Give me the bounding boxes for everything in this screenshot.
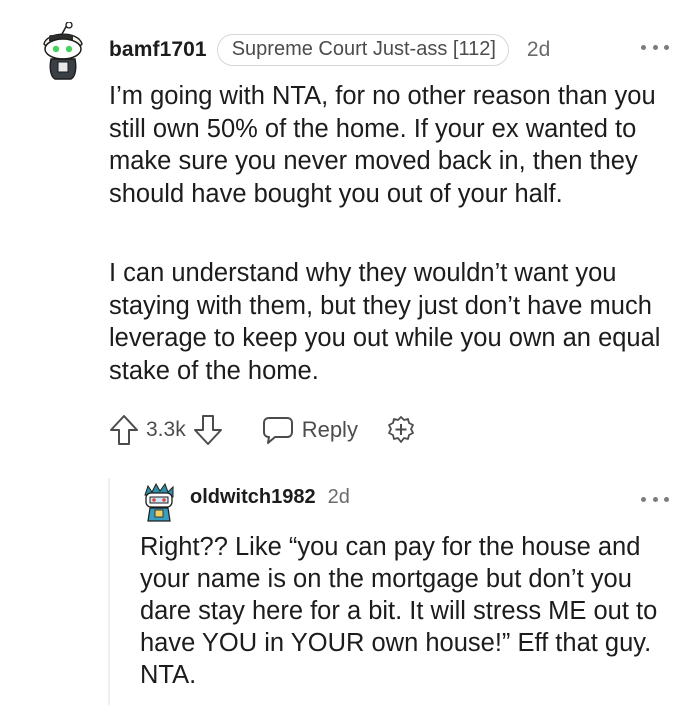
comment-timestamp[interactable]: 2d: [527, 38, 550, 62]
comment-actions: 3.3k Reply: [108, 410, 416, 450]
award-plus-icon[interactable]: [386, 415, 416, 445]
thread-line[interactable]: [108, 478, 110, 705]
comment-header: bamf1701 Supreme Court Just-ass [112] 2d: [109, 33, 550, 67]
comment-username[interactable]: bamf1701: [109, 38, 207, 62]
reply-username[interactable]: oldwitch1982: [190, 486, 316, 509]
speech-bubble-icon: [262, 415, 294, 445]
reply-avatar[interactable]: [141, 482, 177, 523]
downvote-arrow-icon[interactable]: [192, 413, 224, 447]
user-flair: Supreme Court Just-ass [112]: [216, 34, 509, 66]
reply-button[interactable]: Reply: [262, 415, 358, 445]
upvote-arrow-icon[interactable]: [108, 413, 140, 447]
reply-timestamp[interactable]: 2d: [328, 486, 350, 509]
snoo-avatar-icon: [144, 482, 174, 522]
vote-score: 3.3k: [146, 418, 186, 441]
comment-paragraph-2: I can understand why they wouldn’t want …: [109, 259, 661, 385]
reply-header: oldwitch1982 2d: [190, 486, 350, 509]
more-dots-icon[interactable]: [641, 494, 669, 504]
reply-text: Right?? Like “you can pay for the house …: [140, 533, 658, 689]
comment-thread: bamf1701 Supreme Court Just-ass [112] 2d…: [0, 0, 700, 705]
user-avatar[interactable]: [34, 21, 90, 80]
more-dots-icon[interactable]: [641, 42, 669, 52]
comment-paragraph-1: I’m going with NTA, for no other reason …: [109, 82, 656, 208]
snoo-avatar-icon: [43, 21, 83, 80]
reply-label: Reply: [301, 417, 358, 442]
